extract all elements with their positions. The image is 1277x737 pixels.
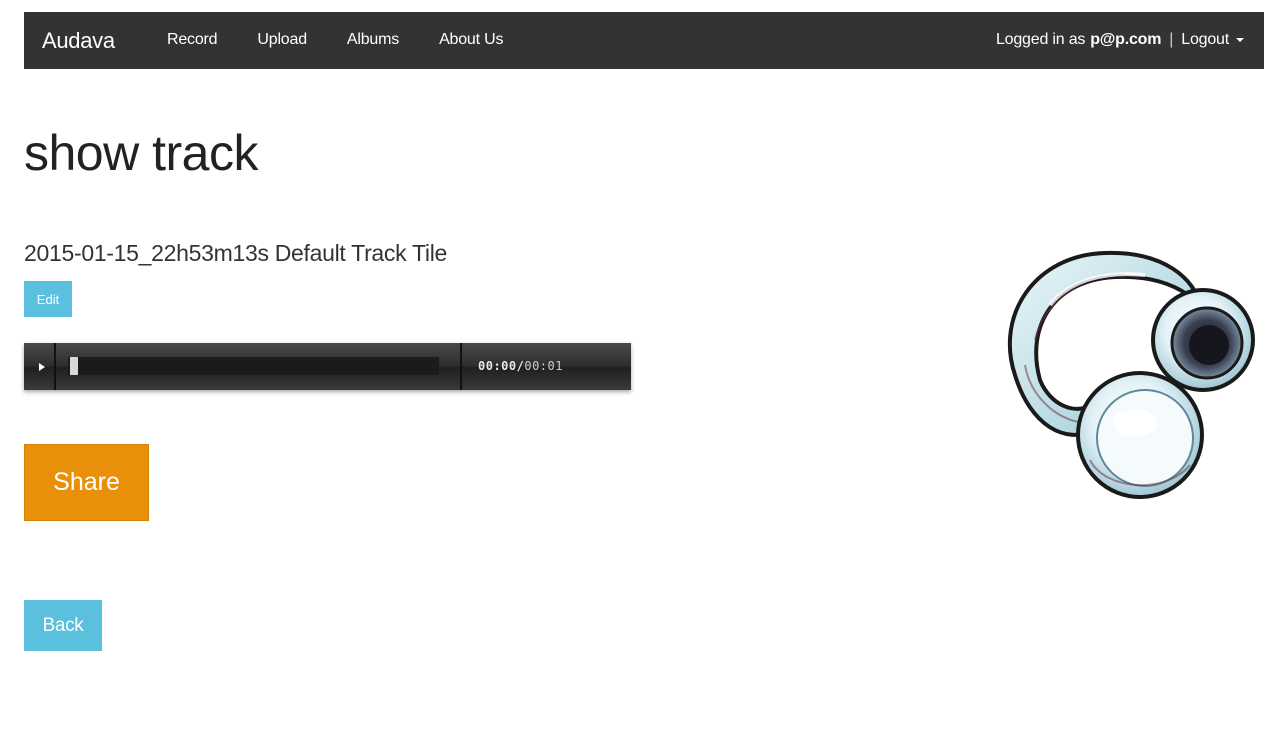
- play-icon: [39, 362, 45, 371]
- nav-link-upload[interactable]: Upload: [257, 31, 307, 49]
- player-divider: [460, 343, 462, 390]
- logged-in-label: Logged in as: [995, 31, 1086, 48]
- user-email: p@p.com: [1090, 31, 1162, 48]
- navbar: Audava Record Upload Albums About Us Log…: [24, 12, 1264, 69]
- play-button[interactable]: [24, 343, 54, 390]
- page-title: show track: [24, 125, 258, 181]
- current-time: 00:00: [478, 359, 517, 373]
- player-divider: [54, 343, 56, 390]
- user-menu: Logged in as p@p.com | Logout: [996, 31, 1244, 49]
- share-button[interactable]: Share: [24, 444, 149, 521]
- nav-link-albums[interactable]: Albums: [347, 31, 399, 49]
- nav-link-record[interactable]: Record: [167, 31, 218, 49]
- edit-button[interactable]: Edit: [24, 281, 72, 317]
- logout-label: Logout: [1181, 31, 1229, 48]
- nav-link-about-us[interactable]: About Us: [439, 31, 503, 49]
- logout-dropdown[interactable]: Logout: [1181, 31, 1244, 49]
- duration: 00:01: [524, 359, 563, 373]
- seek-handle[interactable]: [70, 357, 78, 375]
- nav-links: Record Upload Albums About Us: [167, 31, 543, 49]
- caret-down-icon: [1236, 38, 1244, 42]
- back-button[interactable]: Back: [24, 600, 102, 651]
- brand-logo[interactable]: Audava: [42, 28, 115, 54]
- audio-player: 00:00/00:01: [24, 343, 631, 390]
- seek-bar[interactable]: [68, 357, 439, 375]
- nav-separator: |: [1169, 31, 1174, 48]
- time-display: 00:00/00:01: [478, 359, 563, 373]
- headphones-illustration: [1007, 250, 1255, 499]
- track-title: 2015-01-15_22h53m13s Default Track Tile: [24, 240, 448, 266]
